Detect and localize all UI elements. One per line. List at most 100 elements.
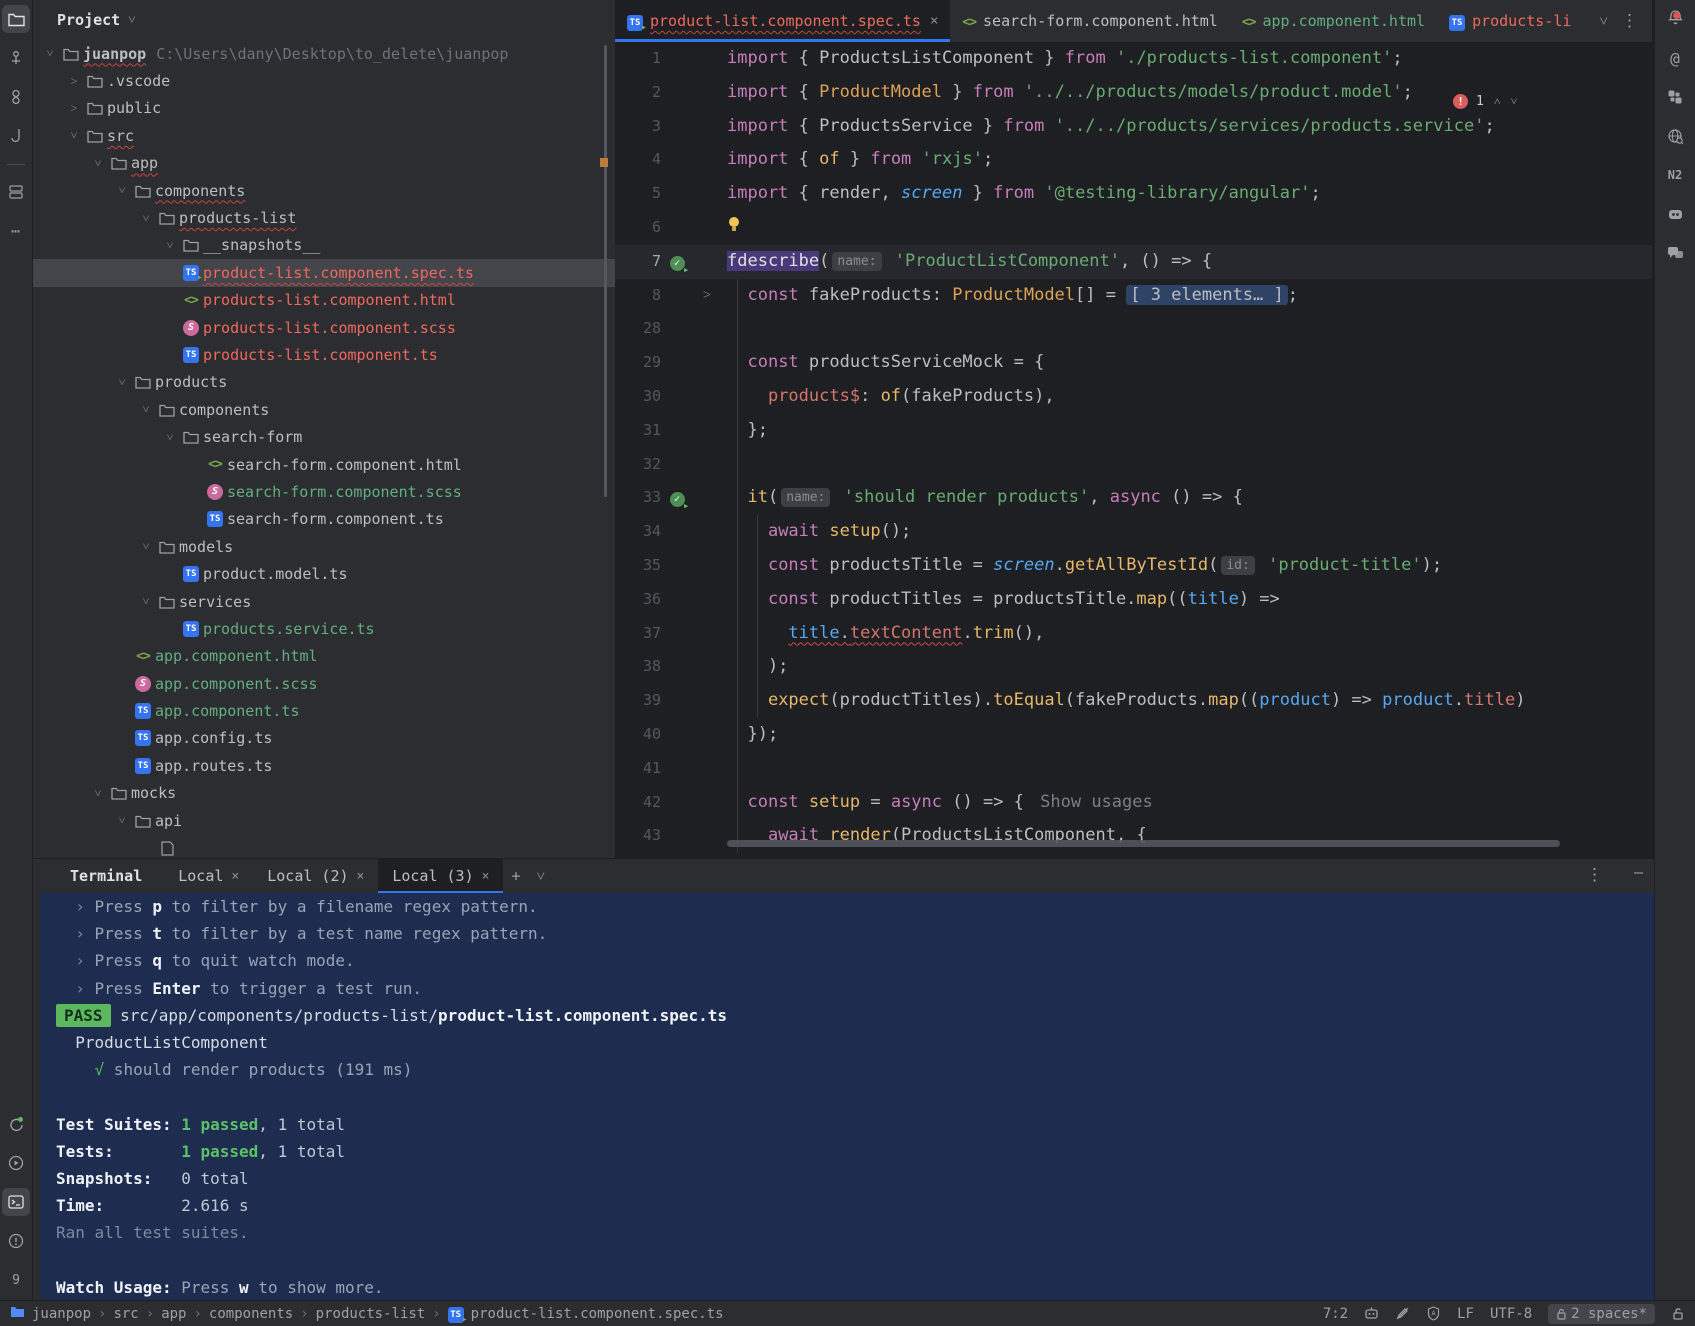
tree-item-public[interactable]: ˃public [33, 95, 615, 122]
code-line-40[interactable]: 40 }); [615, 718, 1652, 752]
terminal-tab-Local[interactable]: Local× [164, 859, 253, 893]
chevron-down-icon[interactable]: ˅ [135, 211, 157, 226]
editor-options-kebab-icon[interactable]: ⋮ [1621, 0, 1638, 42]
bot-plugin-icon[interactable] [1661, 200, 1689, 228]
editor-tab-app.component.html[interactable]: <>app.component.html [1230, 0, 1437, 42]
tree-item-src[interactable]: ˅src [33, 122, 615, 149]
code-line-31[interactable]: 31 }; [615, 414, 1652, 448]
close-icon[interactable]: × [482, 869, 490, 884]
tree-item-app.component.scss[interactable]: Sapp.component.scss [33, 670, 615, 697]
code-line-29[interactable]: 29 const productsServiceMock = { [615, 346, 1652, 380]
code-line-38[interactable]: 38 ); [615, 650, 1652, 684]
chevron-down-icon[interactable]: ˅ [135, 594, 157, 609]
tree-item-product-list.component.spec.ts[interactable]: TSproduct-list.component.spec.ts [33, 259, 615, 286]
indent-setting[interactable]: 2 spaces* [1548, 1304, 1655, 1324]
chevron-down-icon[interactable]: ˅ [39, 46, 61, 61]
line-number[interactable]: 31 [615, 414, 661, 448]
tree-item-components[interactable]: ˅components [33, 177, 615, 204]
editor-tab-product-list.component.spec.ts[interactable]: TSproduct-list.component.spec.ts× [615, 0, 950, 42]
project-tree-scrollbar[interactable] [604, 45, 607, 497]
breadcrumb-item-src[interactable]: src [113, 1306, 138, 1322]
terminal-type-chevron-icon[interactable]: ˅ [528, 867, 552, 886]
run-test-icon[interactable]: ✓ [670, 492, 685, 507]
code-line-32[interactable]: 32 [615, 448, 1652, 482]
chevron-down-icon[interactable]: ˅ [135, 402, 157, 417]
more-tool-windows-icon[interactable]: ⋯ [2, 217, 30, 245]
terminal-output[interactable]: › Press p to filter by a filename regex … [40, 893, 1687, 1300]
line-number[interactable]: 30 [615, 380, 661, 414]
code-line-39[interactable]: 39 expect(productTitles).toEqual(fakePro… [615, 684, 1652, 718]
breadcrumb-item-components[interactable]: components [209, 1306, 293, 1322]
terminal-tab-Local (2)[interactable]: Local (2)× [253, 859, 378, 893]
line-number[interactable]: 7 [615, 245, 661, 279]
chevron-down-icon[interactable]: ˅ [111, 813, 133, 828]
breadcrumb-item-app[interactable]: app [161, 1306, 186, 1322]
notifications-bell-icon[interactable] [1661, 5, 1689, 33]
chevron-down-icon[interactable]: ˅ [63, 128, 85, 143]
code-line-1[interactable]: 1import { ProductsListComponent } from '… [615, 42, 1652, 76]
line-number[interactable]: 1 [615, 42, 661, 76]
tree-item-search-form.component.html[interactable]: <>search-form.component.html [33, 451, 615, 478]
tree-item-app.component.ts[interactable]: TSapp.component.ts [33, 697, 615, 724]
code-editor[interactable]: 1import { ProductsListComponent } from '… [615, 42, 1652, 858]
tree-item-search-form[interactable]: ˅search-form [33, 423, 615, 450]
inspections-shield-icon[interactable]: A [1426, 1306, 1441, 1321]
badge-9-icon[interactable]: 9 [2, 1266, 30, 1294]
tree-item-products-list[interactable]: ˅products-list [33, 204, 615, 231]
tree-item-products-list.component.scss[interactable]: Sproducts-list.component.scss [33, 314, 615, 341]
editor-horizontal-scrollbar[interactable] [727, 840, 1560, 847]
code-line-43[interactable]: 43 await render(ProductsListComponent, { [615, 819, 1652, 853]
code-line-36[interactable]: 36 const productTitles = productsTitle.m… [615, 583, 1652, 617]
chevron-down-icon[interactable]: ˅ [135, 539, 157, 554]
run-icon[interactable] [2, 1110, 30, 1138]
plugins-icon[interactable] [1661, 83, 1689, 111]
prev-error-chevron-icon[interactable]: ˄ [1494, 94, 1501, 109]
tree-item-app.routes.ts[interactable]: TSapp.routes.ts [33, 752, 615, 779]
file-encoding[interactable]: UTF-8 [1490, 1306, 1532, 1322]
tree-item-search-form.component.ts[interactable]: TSsearch-form.component.ts [33, 506, 615, 533]
tree-item-juanpop[interactable]: ˅juanpopC:\Users\dany\Desktop\to_delete\… [33, 40, 615, 67]
inspections-widget[interactable]: ! 1 ˄ ˅ [1453, 90, 1517, 112]
pull-requests-icon[interactable] [2, 83, 30, 111]
line-number[interactable]: 37 [615, 617, 661, 651]
terminal-tab-Local (3)[interactable]: Local (3)× [378, 859, 503, 893]
breadcrumb-item-products-list[interactable]: products-list [316, 1306, 426, 1322]
line-number[interactable]: 8 [615, 279, 661, 313]
chevron-down-icon[interactable]: ˅ [87, 156, 109, 171]
terminal-tool-icon[interactable] [2, 1188, 30, 1216]
chevron-down-icon[interactable]: ˅ [159, 238, 181, 253]
tree-item-api[interactable]: ˅api [33, 807, 615, 834]
code-line-6[interactable]: 6 [615, 211, 1652, 245]
fold-chevron-icon[interactable]: ˃ [703, 279, 711, 313]
breadcrumb-file[interactable]: product-list.component.spec.ts [471, 1306, 724, 1322]
vcs-icon[interactable] [2, 122, 30, 150]
line-number[interactable]: 38 [615, 650, 661, 684]
code-line-34[interactable]: 34 await setup(); [615, 515, 1652, 549]
editor-tab-products-li[interactable]: TSproducts-li [1437, 0, 1583, 42]
problems-icon[interactable] [2, 1227, 30, 1255]
ai-assistant-icon[interactable]: @ [1661, 44, 1689, 72]
line-number[interactable]: 36 [615, 583, 661, 617]
code-line-33[interactable]: 33✓ it(name: 'should render products', a… [615, 481, 1652, 515]
structure-icon[interactable] [2, 178, 30, 206]
line-number[interactable]: 28 [615, 312, 661, 346]
tree-item-products.service.ts[interactable]: TSproducts.service.ts [33, 615, 615, 642]
line-number[interactable]: 41 [615, 752, 661, 786]
editor-tab-search-form.component.html[interactable]: <>search-form.component.html [950, 0, 1229, 42]
chevron-down-icon[interactable]: ˅ [111, 183, 133, 198]
project-panel-header[interactable]: Project ˅ [33, 0, 615, 40]
tree-item-search-form.component.scss[interactable]: Ssearch-form.component.scss [33, 478, 615, 505]
code-line-42[interactable]: 42 const setup = async () => { Show usag… [615, 786, 1652, 820]
chevron-right-icon[interactable]: ˃ [63, 101, 85, 116]
tree-item-products[interactable]: ˅products [33, 369, 615, 396]
n2-plugin-icon[interactable]: N2 [1661, 161, 1689, 189]
code-line-35[interactable]: 35 const productsTitle = screen.getAllBy… [615, 549, 1652, 583]
lock-icon[interactable] [1671, 1307, 1685, 1321]
line-number[interactable]: 43 [615, 819, 661, 853]
tree-item-app.component.html[interactable]: <>app.component.html [33, 643, 615, 670]
code-line-28[interactable]: 28 [615, 312, 1652, 346]
tree-item-services[interactable]: ˅services [33, 588, 615, 615]
line-number[interactable]: 6 [615, 211, 661, 245]
chevron-down-icon[interactable]: ˅ [87, 786, 109, 801]
hidden-tabs-chevron-icon[interactable]: ˅ [1600, 0, 1608, 42]
